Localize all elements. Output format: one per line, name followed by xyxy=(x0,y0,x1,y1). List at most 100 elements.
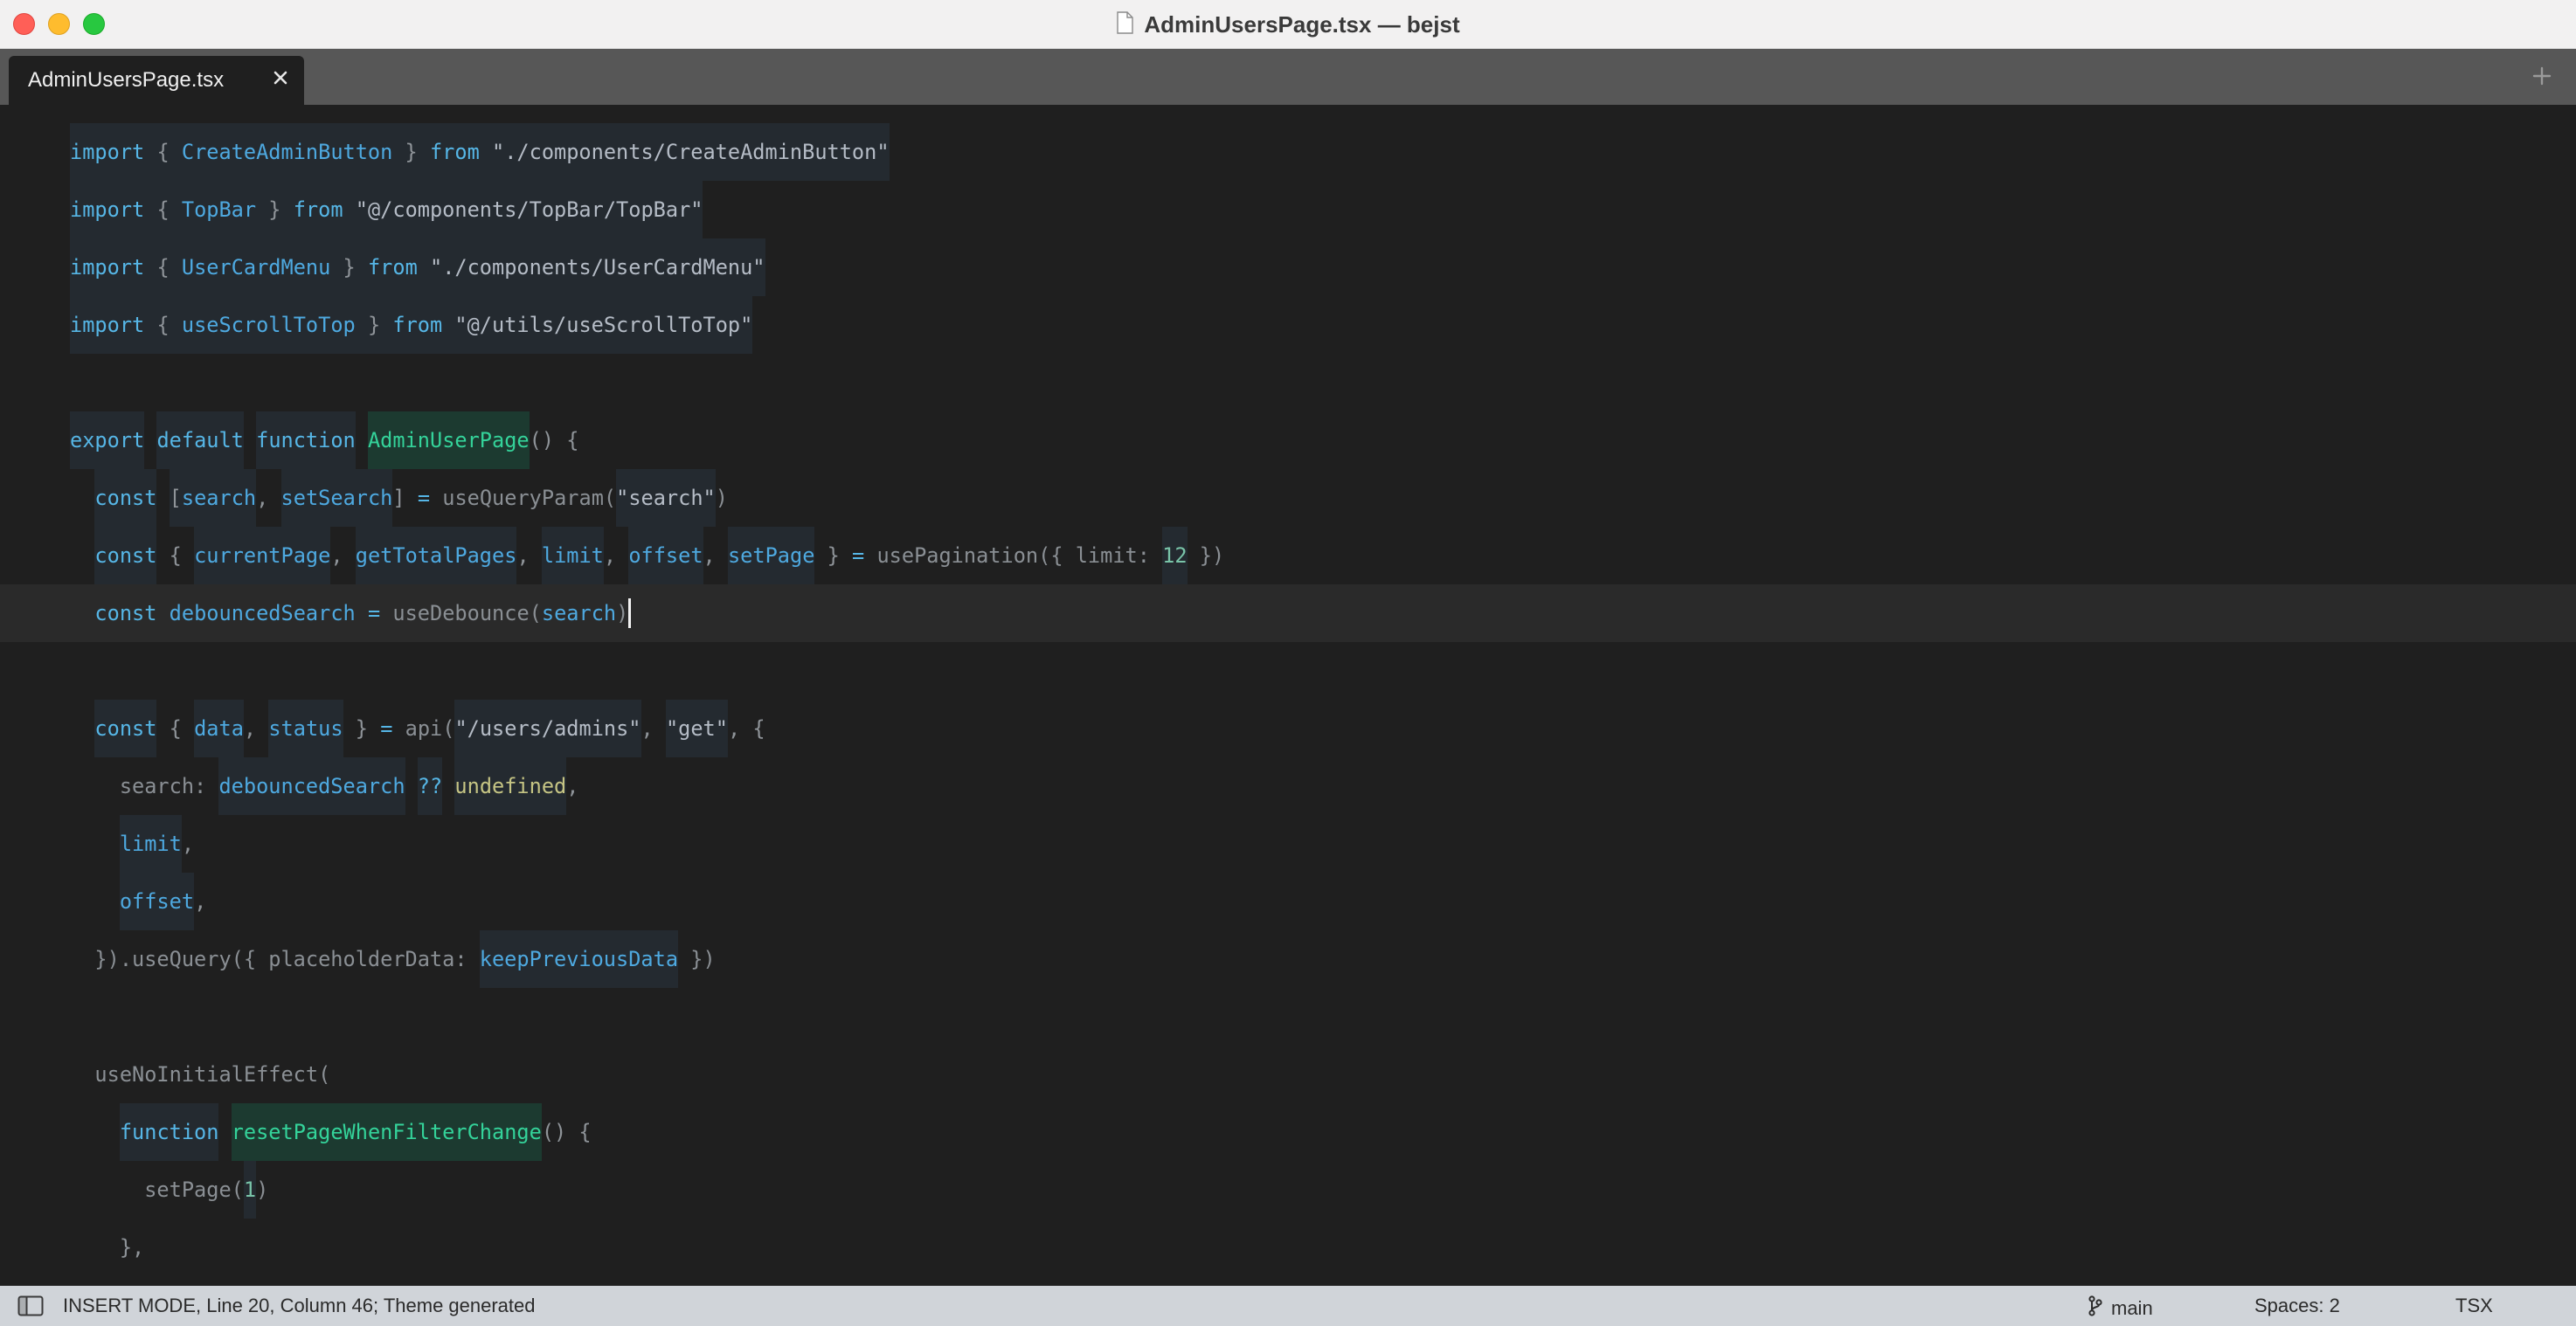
code-editor[interactable]: import { CreateAdminButton } from "./com… xyxy=(0,105,2576,1286)
current-code-line[interactable]: const debouncedSearch = useDebounce(sear… xyxy=(0,584,2576,642)
code-token: 1 xyxy=(243,1161,257,1219)
code-token: () { xyxy=(529,428,579,452)
code-token: offset xyxy=(119,873,195,930)
code-token: function xyxy=(119,1103,219,1161)
code-token: [ xyxy=(169,469,182,527)
code-line[interactable]: function resetPageWhenFilterChange() { xyxy=(0,1103,2576,1161)
code-token: "./components/CreateAdminButton" xyxy=(479,123,890,181)
code-token: from xyxy=(367,238,418,296)
code-token: { xyxy=(144,123,182,181)
code-line[interactable] xyxy=(0,354,2576,411)
code-token: ] xyxy=(392,486,418,510)
code-token: limit xyxy=(119,815,182,873)
code-line[interactable] xyxy=(0,642,2576,700)
indentation-setting[interactable]: Spaces: 2 xyxy=(2254,1295,2340,1316)
code-token: ) xyxy=(616,601,629,625)
code-line[interactable]: }).useQuery({ placeholderData: keepPrevi… xyxy=(0,930,2576,988)
code-line[interactable]: }, xyxy=(0,1219,2576,1276)
tab-adminuserspage[interactable]: AdminUsersPage.tsx xyxy=(9,56,304,105)
code-line[interactable]: offset, xyxy=(0,873,2576,930)
code-token: , xyxy=(194,889,207,914)
code-token: "get" xyxy=(665,700,728,757)
code-line[interactable]: search: debouncedSearch ?? undefined, xyxy=(0,757,2576,815)
code-line[interactable]: export default function AdminUserPage() … xyxy=(0,411,2576,469)
code-token: const xyxy=(94,601,157,625)
code-token: }) xyxy=(678,947,716,971)
code-token: AdminUserPage xyxy=(367,411,530,469)
code-token: default xyxy=(156,411,244,469)
code-token: search xyxy=(541,601,617,625)
branch-indicator[interactable]: main xyxy=(2088,1295,2153,1321)
code-token: const xyxy=(94,700,157,757)
code-token: { xyxy=(156,716,195,741)
code-token: ?? xyxy=(417,757,443,815)
code-token: import xyxy=(70,296,145,354)
window-title: AdminUsersPage.tsx — bejst xyxy=(1144,10,1460,38)
code-token: 12 xyxy=(1162,527,1188,584)
code-token: getTotalPages xyxy=(355,527,517,584)
code-line[interactable]: const { data, status } = api("/users/adm… xyxy=(0,700,2576,757)
code-token: setPage( xyxy=(70,1178,244,1202)
code-line[interactable]: import { TopBar } from "@/components/Top… xyxy=(0,181,2576,238)
code-token: useScrollToTop xyxy=(181,296,356,354)
git-branch-icon xyxy=(2088,1295,2102,1321)
code-token: setPage xyxy=(727,527,815,584)
code-token: UserCardMenu xyxy=(181,238,331,296)
code-token: = xyxy=(380,716,393,741)
code-token: search: xyxy=(70,774,219,798)
code-line[interactable]: limit, xyxy=(0,815,2576,873)
close-icon[interactable] xyxy=(267,65,294,91)
code-token: const xyxy=(94,527,157,584)
code-token: offset xyxy=(628,527,703,584)
code-token: from xyxy=(429,123,480,181)
code-token: keepPreviousData xyxy=(479,930,679,988)
code-token: ) xyxy=(715,486,728,510)
code-line[interactable]: import { CreateAdminButton } from "./com… xyxy=(0,123,2576,181)
branch-name: main xyxy=(2111,1296,2153,1319)
code-line[interactable]: setPage(1) xyxy=(0,1161,2576,1219)
code-line[interactable]: const { currentPage, getTotalPages, limi… xyxy=(0,527,2576,584)
code-token: , xyxy=(330,543,356,568)
syntax-mode[interactable]: TSX xyxy=(2455,1295,2493,1316)
tab-bar: AdminUsersPage.tsx xyxy=(0,49,2576,105)
code-token: } xyxy=(392,123,430,181)
code-line[interactable]: useNoInitialEffect( xyxy=(0,1046,2576,1103)
code-token: setSearch xyxy=(280,469,393,527)
code-line[interactable]: import { useScrollToTop } from "@/utils/… xyxy=(0,296,2576,354)
code-token: api( xyxy=(392,716,455,741)
status-mode: INSERT MODE, Line 20, Column 46; Theme g… xyxy=(63,1295,536,1316)
code-token: = xyxy=(417,486,431,510)
code-token: from xyxy=(392,296,443,354)
code-token: status xyxy=(268,700,343,757)
code-token: usePagination({ limit: xyxy=(864,543,1163,568)
title-bar[interactable]: AdminUsersPage.tsx — bejst xyxy=(0,0,2576,49)
code-line[interactable]: import { UserCardMenu } from "./componen… xyxy=(0,238,2576,296)
code-token: , xyxy=(256,486,281,510)
code-token: useDebounce xyxy=(380,601,530,625)
code-token: "@/components/TopBar/TopBar" xyxy=(343,181,703,238)
code-token: "@/utils/useScrollToTop" xyxy=(442,296,753,354)
code-token: , { xyxy=(727,716,765,741)
sidebar-icon[interactable] xyxy=(17,1295,44,1316)
code-line[interactable] xyxy=(0,988,2576,1046)
code-line[interactable]: const [search, setSearch] = useQueryPara… xyxy=(0,469,2576,527)
code-token: import xyxy=(70,123,145,181)
code-token: currentPage xyxy=(194,527,331,584)
code-token: search xyxy=(181,469,257,527)
code-token: , xyxy=(181,832,195,856)
code-token: undefined xyxy=(454,757,567,815)
plus-icon[interactable] xyxy=(2527,61,2557,91)
code-token: const xyxy=(94,469,157,527)
code-token: }) xyxy=(1187,543,1225,568)
code-token: , xyxy=(603,543,629,568)
